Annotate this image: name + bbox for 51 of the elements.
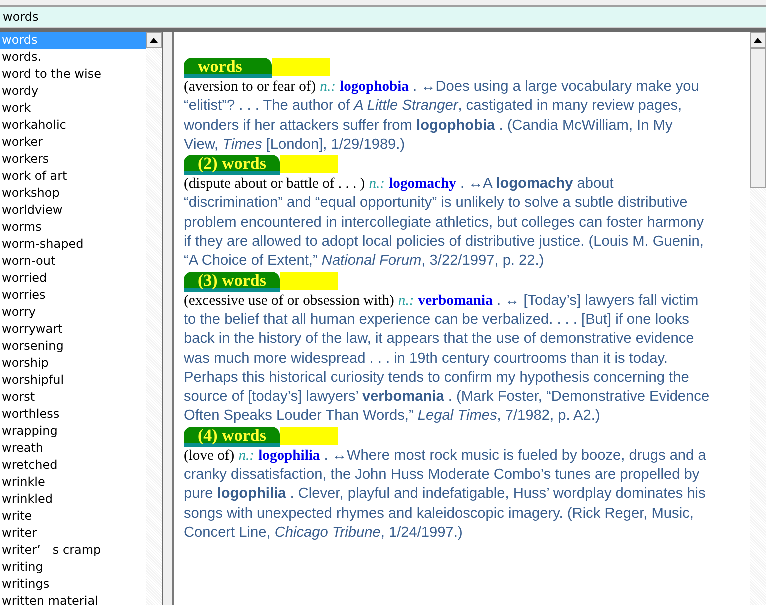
headword: (3) words [184,272,280,292]
scroll-up-button[interactable] [750,32,766,48]
word-list-item[interactable]: worshipful [0,372,146,389]
word-list-item[interactable]: worthless [0,406,146,423]
word-list-item[interactable]: worrywart [0,321,146,338]
word-list-item[interactable]: writer [0,525,146,542]
scroll-up-icon [754,38,762,42]
word-list-item[interactable]: worn-out [0,253,146,270]
word-list-item[interactable]: worship [0,355,146,372]
word-list-item[interactable]: write [0,508,146,525]
word-list-item[interactable]: writer’ s cramp [0,542,146,559]
word-list-item[interactable]: wretched [0,457,146,474]
word-list-item[interactable]: worm-shaped [0,236,146,253]
highlight-mark [280,426,338,445]
word-list-item[interactable]: words. [0,49,146,66]
highlight-mark [280,272,338,290]
word-list-item[interactable]: work of art [0,168,146,185]
word-list-item[interactable]: wrapping [0,423,146,440]
scroll-up-icon [150,38,158,42]
scroll-thumb[interactable] [750,48,766,188]
word-list-item[interactable]: worries [0,287,146,304]
highlight-mark [280,155,338,174]
definition-text: (excessive use of or obsession with) n.: verbomania . ↔ [Today’s] lawyers fall victim to the belief that all human experience can be verbalized. . . . [But] if one looks back in the history of the law, it appears that the use of demonstrative evidence was much more widespread . . . in 19th century courtrooms than it is today. Perhaps this historical curiosity tends to confirm my hypothesis concerning the source of [today’s] lawyers’ verbomania . (Mark Foster, “Demonstrative Evidence Often Speaks Louder Than Words,” Legal Times, 7/1982, p. A2.) [184,292,710,426]
headword: (4) words [184,426,280,447]
word-list-item[interactable]: work [0,100,146,117]
word-list-item[interactable]: worldview [0,202,146,219]
word-list-item[interactable]: workshop [0,185,146,202]
definition-text: (aversion to or fear of) n.: logophobia . ↔Does using a large vocabulary make you “elitist”? . . . The author of A Little Stranger, castigated in many review pages, wonders if her attackers suffer from logophobia . (Candia McWilliam, In My View, Times [London], 1/29/1989.) [184,78,700,155]
word-list-item[interactable]: worms [0,219,146,236]
word-list-item[interactable]: worry [0,304,146,321]
word-list-item[interactable]: wreath [0,440,146,457]
word-list-item[interactable]: wrinkled [0,491,146,508]
headword: words [184,58,272,78]
word-list-item[interactable]: word to the wise [0,66,146,83]
scroll-up-button[interactable] [146,32,162,48]
definition-text: (love of) n.: logophilia . ↔Where most rock music is fueled by booze, drugs and a cranky dissatisfaction, the John Huss Moderate Combo’s tunes are propelled by pure logophilia . Clever, playful and indefatigable, Huss’ wordplay dominates his songs with unexpected rhymes and kaleidoscopic imagery. (Rick Reger, Music, Concert Line, Chicago Tribune, 1/24/1997.) [184,446,708,543]
definition-text: (dispute about or battle of . . . ) n.: logomachy . ↔A logomachy about “discrimination” and “equal opportunity” is unlikely to solve a subtle distributive problem encountered in intercollegiate athletics, but colleges can foster harmony if they are allowed to adopt local policies of distributive justice. (Louis M. Guenin, “A Choice of Extent,” National Forum, 3/22/1997, p. 22.) [184,175,705,272]
word-list-item[interactable]: wrinkle [0,474,146,491]
word-list-item[interactable]: worst [0,389,146,406]
word-list-item[interactable]: writing [0,559,146,576]
word-list-item[interactable]: worker [0,134,146,151]
word-list-item[interactable]: wordy [0,83,146,100]
highlight-mark [272,58,330,76]
word-list-item[interactable]: written material [0,593,146,605]
word-list-item[interactable]: worried [0,270,146,287]
word-list-item[interactable]: worsening [0,338,146,355]
word-list-item[interactable]: workers [0,151,146,168]
word-list-item[interactable]: writings [0,576,146,593]
headword: (2) words [184,155,280,176]
word-list-item[interactable]: workaholic [0,117,146,134]
search-field[interactable]: words [0,7,766,28]
